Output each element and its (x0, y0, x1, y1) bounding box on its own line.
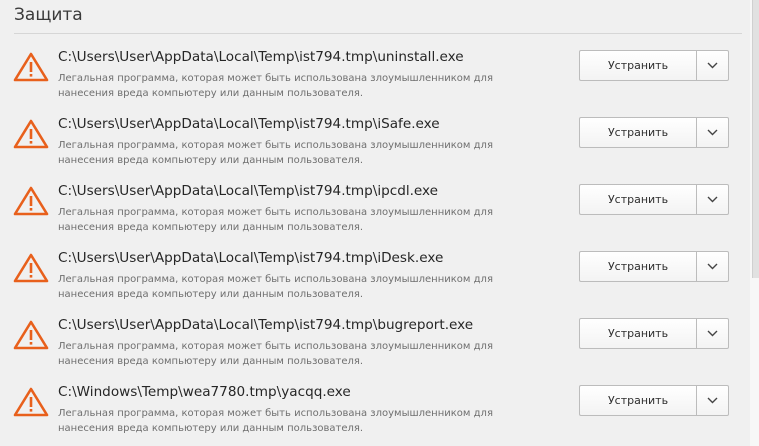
fix-options-dropdown[interactable] (696, 318, 729, 349)
threat-row: C:\Windows\Temp\wea7780.tmp\yacqq.exe Ле… (0, 375, 745, 442)
fix-button-group: Устранить (579, 117, 729, 148)
threat-list: C:\Users\User\AppData\Local\Temp\ist794.… (0, 40, 745, 442)
chevron-down-icon (707, 397, 718, 404)
fix-button[interactable]: Устранить (579, 117, 696, 148)
fix-button-group: Устранить (579, 50, 729, 81)
fix-button[interactable]: Устранить (579, 50, 696, 81)
threat-file-path: C:\Users\User\AppData\Local\Temp\ist794.… (58, 49, 464, 65)
fix-options-dropdown[interactable] (696, 184, 729, 215)
threat-description: Легальная программа, которая может быть … (58, 274, 493, 300)
threat-file-path: C:\Users\User\AppData\Local\Temp\ist794.… (58, 116, 440, 132)
fix-options-dropdown[interactable] (696, 50, 729, 81)
threat-file-path: C:\Windows\Temp\wea7780.tmp\yacqq.exe (58, 384, 351, 400)
threat-description: Легальная программа, которая может быть … (58, 140, 493, 166)
fix-button-group: Устранить (579, 385, 729, 416)
warning-triangle-icon (13, 186, 49, 216)
chevron-down-icon (707, 196, 718, 203)
threat-description: Легальная программа, которая может быть … (58, 408, 493, 434)
warning-triangle-icon (13, 253, 49, 283)
fix-button-group: Устранить (579, 184, 729, 215)
warning-triangle-icon (13, 119, 49, 149)
fix-button-group: Устранить (579, 251, 729, 282)
section-divider (14, 33, 742, 34)
threat-file-path: C:\Users\User\AppData\Local\Temp\ist794.… (58, 183, 439, 199)
fix-button-group: Устранить (579, 318, 729, 349)
threat-row: C:\Users\User\AppData\Local\Temp\ist794.… (0, 308, 745, 375)
threat-description: Легальная программа, которая может быть … (58, 341, 493, 367)
section-title: Защита (14, 5, 83, 25)
fix-button[interactable]: Устранить (579, 251, 696, 282)
threat-row: C:\Users\User\AppData\Local\Temp\ist794.… (0, 107, 745, 174)
fix-button[interactable]: Устранить (579, 385, 696, 416)
chevron-down-icon (707, 263, 718, 270)
fix-button[interactable]: Устранить (579, 184, 696, 215)
scrollbar-thumb[interactable] (752, 0, 759, 278)
threat-row: C:\Users\User\AppData\Local\Temp\ist794.… (0, 241, 745, 308)
warning-triangle-icon (13, 52, 49, 82)
threat-file-path: C:\Users\User\AppData\Local\Temp\ist794.… (58, 317, 474, 333)
fix-button[interactable]: Устранить (579, 318, 696, 349)
fix-options-dropdown[interactable] (696, 117, 729, 148)
chevron-down-icon (707, 62, 718, 69)
warning-triangle-icon (13, 387, 49, 417)
chevron-down-icon (707, 129, 718, 136)
chevron-down-icon (707, 330, 718, 337)
fix-options-dropdown[interactable] (696, 385, 729, 416)
threat-row: C:\Users\User\AppData\Local\Temp\ist794.… (0, 174, 745, 241)
threat-description: Легальная программа, которая может быть … (58, 73, 493, 99)
threat-description: Легальная программа, которая может быть … (58, 207, 493, 233)
threat-file-path: C:\Users\User\AppData\Local\Temp\ist794.… (58, 250, 444, 266)
protection-panel: Защита C:\Users\User\AppData\Local\Temp\… (0, 0, 745, 446)
fix-options-dropdown[interactable] (696, 251, 729, 282)
warning-triangle-icon (13, 320, 49, 350)
threat-row: C:\Users\User\AppData\Local\Temp\ist794.… (0, 40, 745, 107)
